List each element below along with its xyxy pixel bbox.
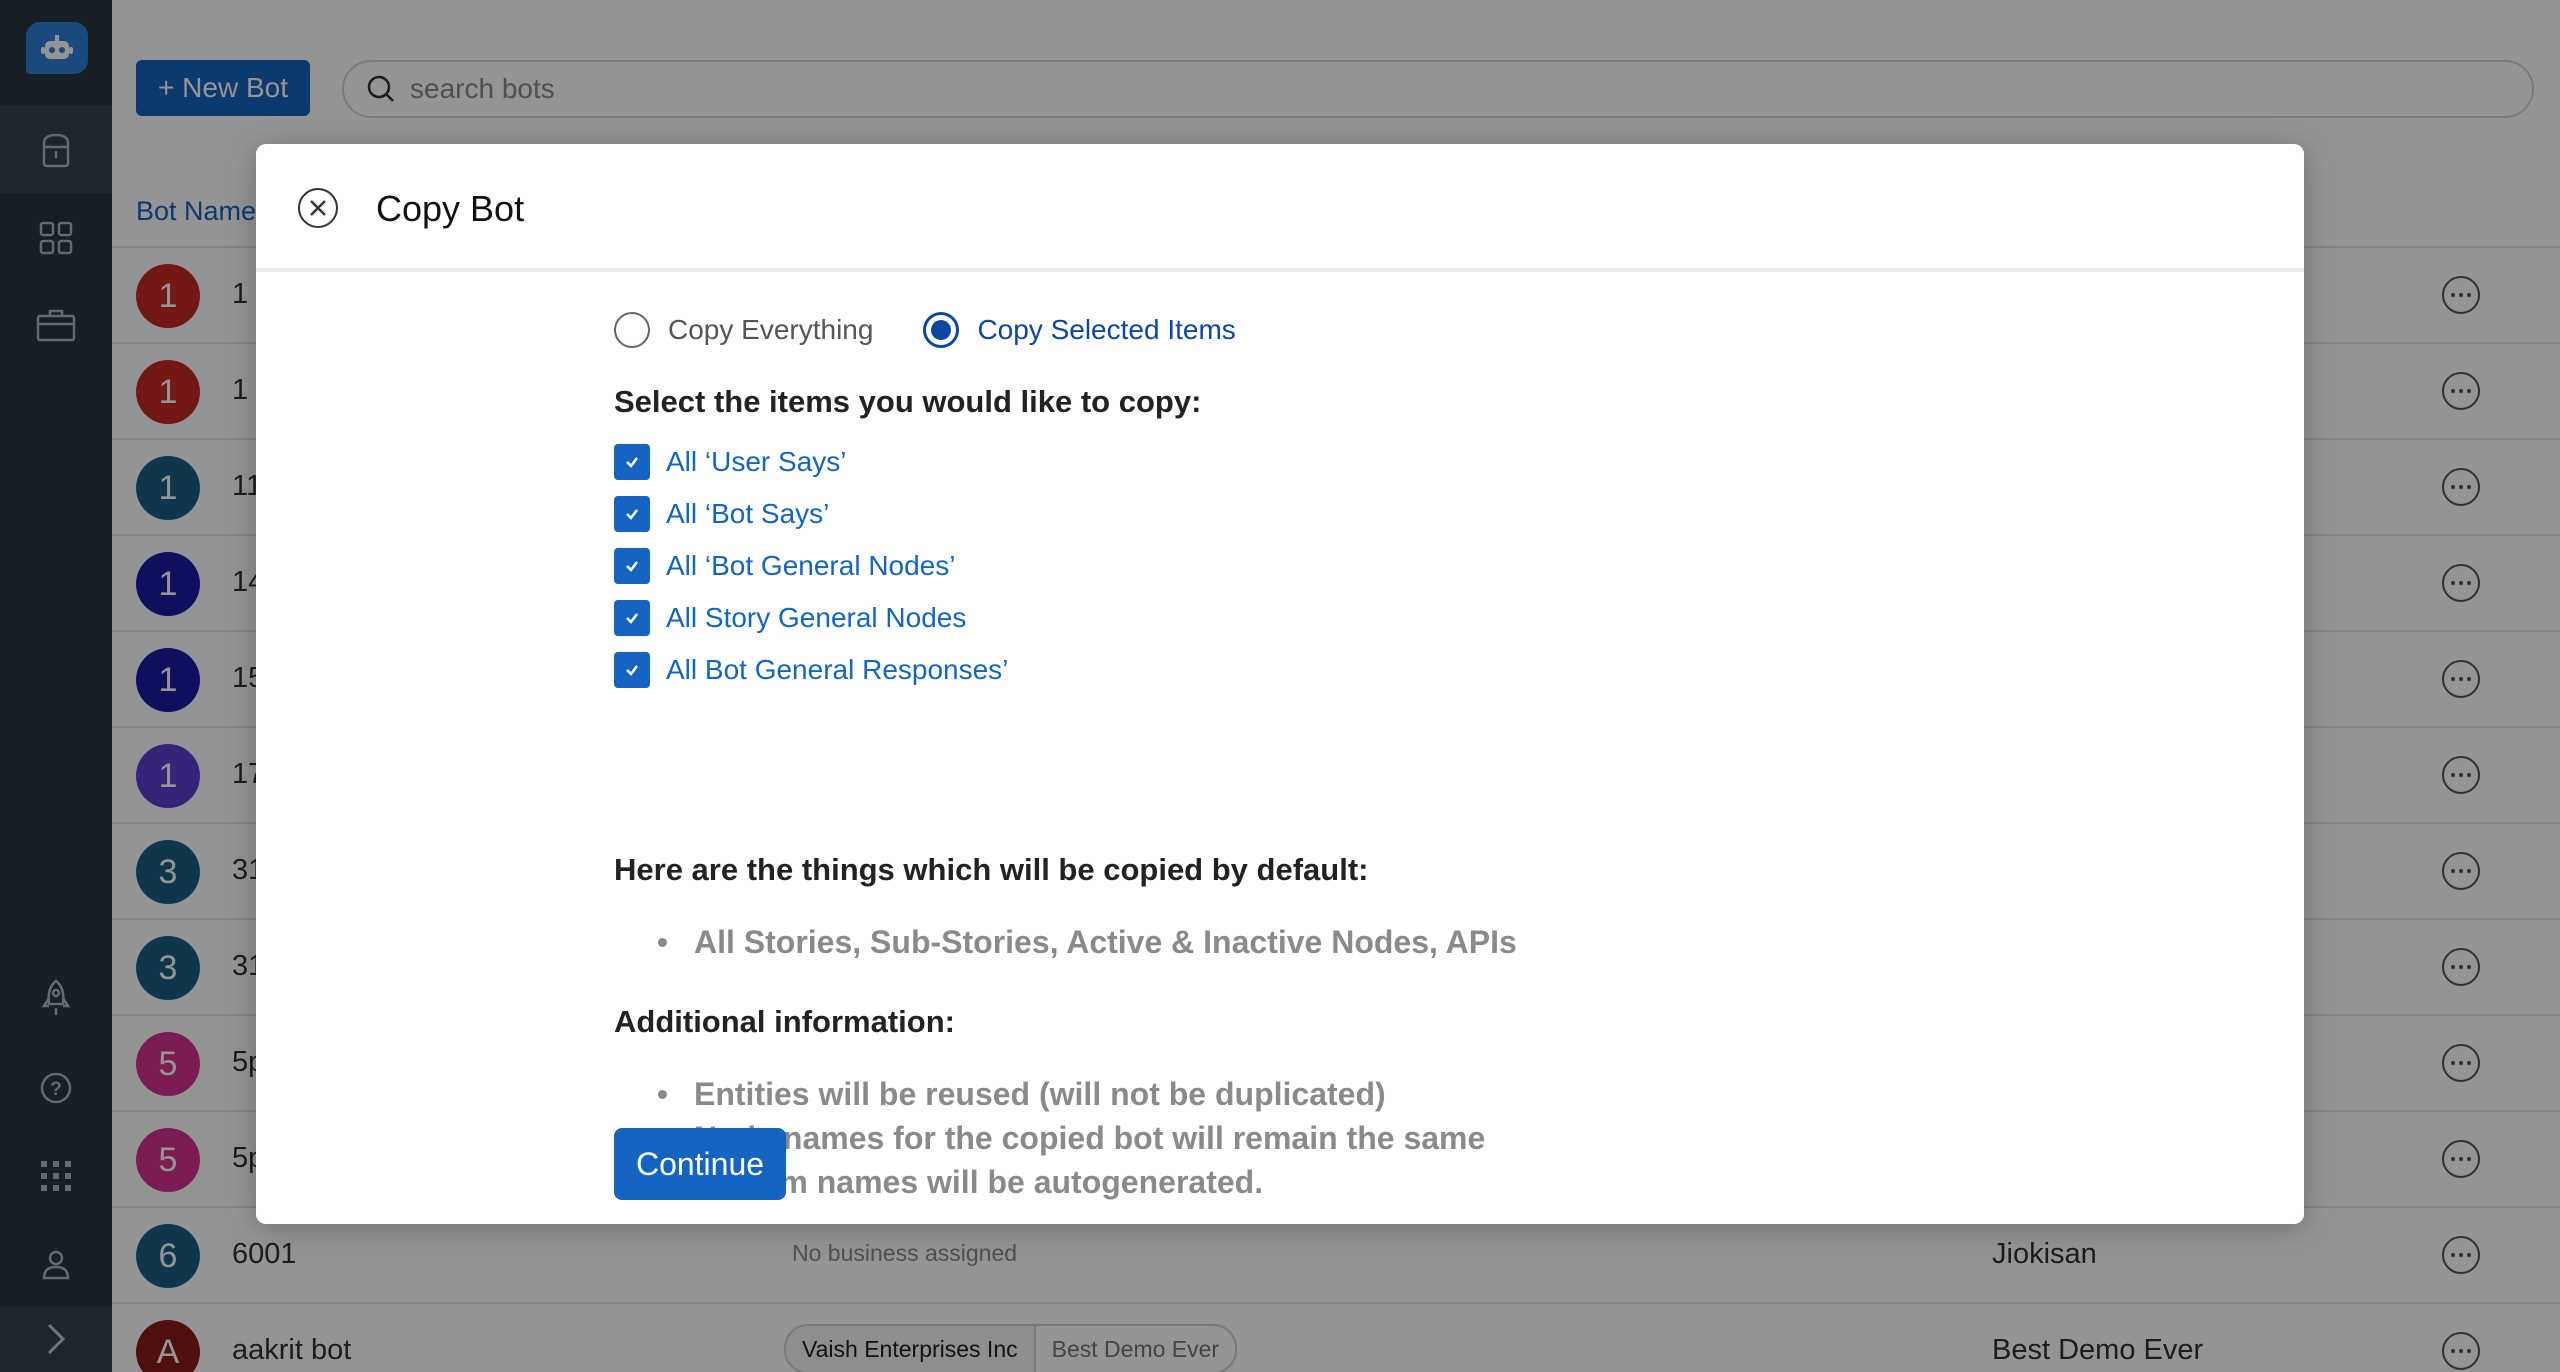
checkbox-checked-icon[interactable] (614, 444, 650, 480)
copy-item-checkbox[interactable]: All ‘Bot Says’ (614, 496, 829, 532)
default-items-list: All Stories, Sub-Stories, Active & Inact… (614, 920, 1517, 964)
modal-header: Copy Bot (256, 144, 2304, 272)
copy-bot-modal: Copy Bot Copy Everything Copy Selected I… (256, 144, 2304, 1224)
close-icon (310, 200, 326, 216)
copy-item-checkbox[interactable]: All ‘Bot General Nodes’ (614, 548, 955, 584)
checkbox-label[interactable]: All Bot General Responses’ (666, 654, 1008, 686)
radio-button[interactable] (614, 312, 650, 348)
checkbox-checked-icon[interactable] (614, 652, 650, 688)
checkbox-checked-icon[interactable] (614, 600, 650, 636)
close-button[interactable] (298, 188, 338, 228)
checkbox-label[interactable]: All ‘Bot General Nodes’ (666, 550, 955, 582)
checkbox-checked-icon[interactable] (614, 496, 650, 532)
radio-label: Copy Everything (668, 314, 874, 345)
checkbox-label[interactable]: All Story General Nodes (666, 602, 966, 634)
radio-button-selected[interactable] (923, 312, 960, 348)
checkbox-label[interactable]: All ‘User Says’ (666, 446, 846, 478)
list-item: Entities will be reused (will not be dup… (614, 1072, 1485, 1116)
copy-item-checkbox[interactable]: All Bot General Responses’ (614, 652, 1008, 688)
default-items-heading: Here are the things which will be copied… (614, 852, 1369, 887)
radio-copy-selected[interactable]: Copy Selected Items (923, 312, 1236, 348)
select-items-heading: Select the items you would like to copy: (614, 384, 1202, 419)
checkbox-label[interactable]: All ‘Bot Says’ (666, 498, 829, 530)
checkbox-checked-icon[interactable] (614, 548, 650, 584)
copy-item-checkbox[interactable]: All ‘User Says’ (614, 444, 846, 480)
modal-title: Copy Bot (376, 188, 525, 229)
radio-label: Copy Selected Items (977, 314, 1236, 345)
copy-item-checkbox[interactable]: All Story General Nodes (614, 600, 966, 636)
list-item: All Stories, Sub-Stories, Active & Inact… (614, 920, 1517, 964)
copy-mode-options: Copy Everything Copy Selected Items (614, 312, 1286, 348)
additional-info-heading: Additional information: (614, 1004, 955, 1039)
continue-button[interactable]: Continue (614, 1128, 786, 1200)
radio-copy-everything[interactable]: Copy Everything (614, 312, 873, 348)
